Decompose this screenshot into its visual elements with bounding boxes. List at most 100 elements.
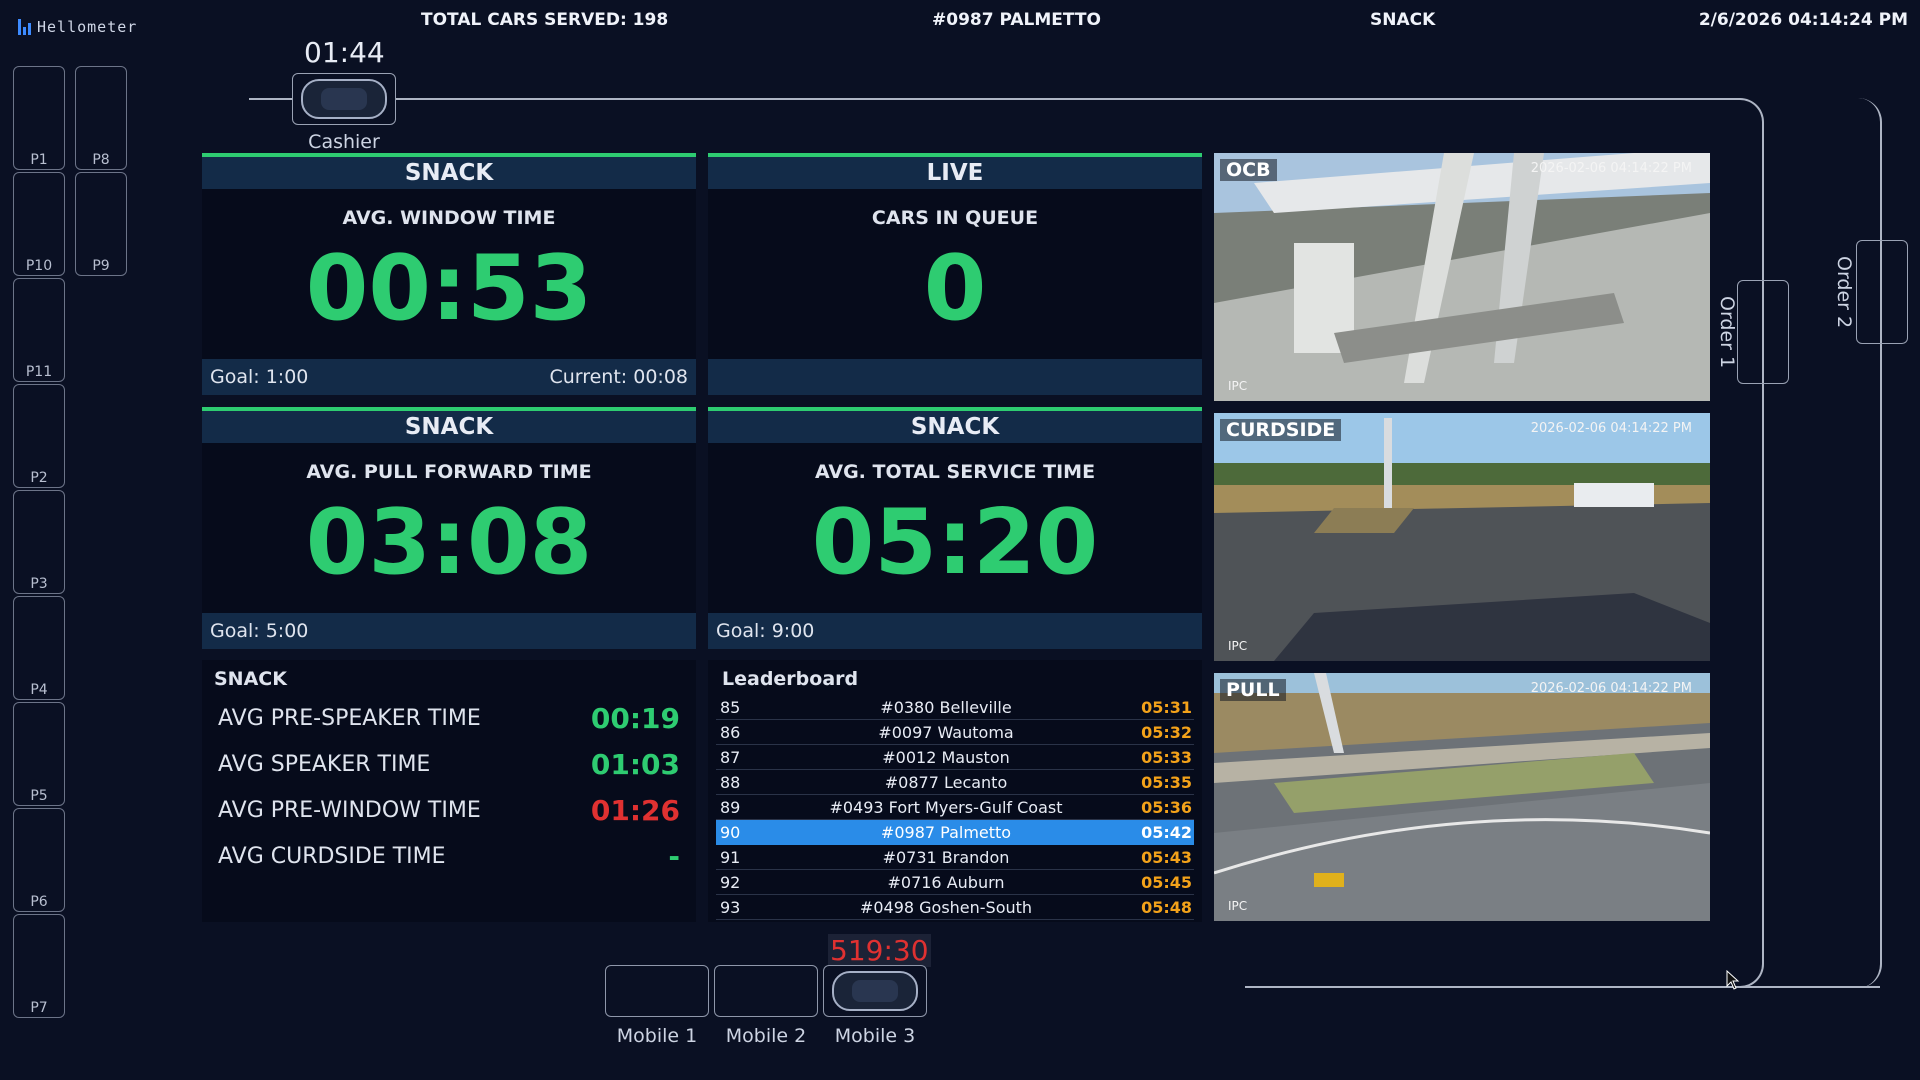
leaderboard-row[interactable]: 85 #0380 Belleville 05:31 — [716, 695, 1194, 720]
slot-label: P10 — [25, 258, 53, 274]
lane-line-top — [249, 98, 1715, 100]
service-time: 05:33 — [1141, 747, 1192, 767]
parking-slot[interactable]: P9 — [75, 172, 127, 276]
lane-line-bottom — [1245, 986, 1880, 988]
metric-row: AVG CURDSIDE TIME - — [218, 836, 680, 876]
goal-label: Goal: 5:00 — [210, 620, 309, 642]
avg-pull-forward-value: 03:08 — [305, 490, 593, 595]
parking-slot[interactable]: P6 — [13, 808, 65, 912]
leaderboard-row[interactable]: 88 #0877 Lecanto 05:35 — [716, 770, 1194, 795]
service-time: 05:31 — [1141, 697, 1192, 717]
mobile-2-label: Mobile 2 — [725, 1025, 807, 1047]
rank: 89 — [720, 797, 741, 817]
store-name: #0731 Brandon — [882, 847, 1010, 867]
metric-value: 00:19 — [590, 701, 680, 735]
slot-label: P6 — [30, 894, 48, 910]
leaderboard-row[interactable]: 89 #0493 Fort Myers-Gulf Coast 05:36 — [716, 795, 1194, 820]
panel-title: AVG. TOTAL SERVICE TIME — [814, 461, 1096, 483]
panel-footer: Goal: 9:00 — [708, 613, 1202, 649]
camera-label: CURDSIDE — [1220, 419, 1342, 441]
metric-label: AVG PRE-SPEAKER TIME — [218, 705, 481, 731]
service-time: 05:35 — [1141, 772, 1192, 792]
store-name: #0877 Lecanto — [884, 772, 1008, 792]
camera-feed-pull[interactable]: PULL 2026-02-06 04:14:22 PM IPC — [1214, 673, 1710, 921]
cars-in-queue-panel: LIVE CARS IN QUEUE 0 — [708, 153, 1202, 395]
mouse-cursor-icon — [1726, 970, 1740, 990]
panel-footer: Goal: 1:00 Current: 00:08 — [202, 359, 696, 395]
panel-header: SNACK — [202, 153, 696, 189]
daypart-label: SNACK — [1370, 10, 1436, 30]
slot-label: P3 — [30, 576, 48, 592]
leaderboard-row[interactable]: 86 #0097 Wautoma 05:32 — [716, 720, 1194, 745]
metric-value: 01:26 — [590, 793, 680, 827]
avg-window-time-value: 00:53 — [305, 236, 593, 341]
parking-slot[interactable]: P8 — [75, 66, 127, 170]
leaderboard-row[interactable]: 92 #0716 Auburn 05:45 — [716, 870, 1194, 895]
leaderboard-row-current-store[interactable]: 90 #0987 Palmetto 05:42 — [716, 820, 1194, 845]
rank: 86 — [720, 722, 741, 742]
snack-breakdown-panel: SNACK AVG PRE-SPEAKER TIME 00:19 AVG SPE… — [202, 660, 696, 922]
parking-slot[interactable]: P1 — [13, 66, 65, 170]
rank: 93 — [720, 897, 741, 917]
slot-label: P5 — [30, 788, 48, 804]
leaderboard-panel: Leaderboard 85 #0380 Belleville 05:31 86 #0… — [708, 660, 1202, 922]
slot-label: P1 — [30, 152, 48, 168]
brand-logo: Hellometer — [18, 18, 137, 36]
parking-slot[interactable]: P2 — [13, 384, 65, 488]
mobile-timer: 519:30 — [828, 934, 931, 967]
slot-label: P11 — [25, 364, 53, 380]
mobile-3-slot[interactable] — [823, 965, 927, 1017]
total-cars-served: TOTAL CARS SERVED: 198 — [421, 10, 669, 30]
parking-slot[interactable]: P3 — [13, 490, 65, 594]
service-time: 05:43 — [1141, 847, 1192, 867]
metric-row: AVG SPEAKER TIME 01:03 — [218, 744, 680, 784]
panel-title: CARS IN QUEUE — [871, 207, 1039, 229]
order-2-label: Order 2 — [1833, 256, 1855, 329]
mobile-1-slot[interactable] — [605, 965, 709, 1017]
rank: 92 — [720, 872, 741, 892]
service-time: 05:45 — [1141, 872, 1192, 892]
avg-window-time-panel: SNACK AVG. WINDOW TIME 00:53 Goal: 1:00 … — [202, 153, 696, 395]
store-name: #0012 Mauston — [882, 747, 1010, 767]
leaderboard-row[interactable]: 93 #0498 Goshen-South 05:48 — [716, 895, 1194, 920]
rank: 90 — [720, 823, 741, 842]
rank: 88 — [720, 772, 741, 792]
metric-label: AVG SPEAKER TIME — [218, 751, 431, 777]
store-name: #0380 Belleville — [880, 697, 1012, 717]
leaderboard-row[interactable]: 87 #0012 Mauston 05:33 — [716, 745, 1194, 770]
metric-row: AVG PRE-WINDOW TIME 01:26 — [218, 790, 680, 830]
order-1-slot[interactable] — [1737, 280, 1789, 384]
parking-slot[interactable]: P5 — [13, 702, 65, 806]
camera-tag: IPC — [1228, 639, 1248, 653]
parking-slot[interactable]: P7 — [13, 914, 65, 1018]
rank: 91 — [720, 847, 741, 867]
rank: 85 — [720, 697, 741, 717]
brand-name: Hellometer — [37, 18, 138, 36]
slot-label: P9 — [92, 258, 110, 274]
slot-label: P2 — [30, 470, 48, 486]
leaderboard-title: Leaderboard — [722, 668, 859, 690]
panel-footer — [708, 359, 1202, 395]
cashier-timer: 01:44 — [304, 36, 385, 69]
leaderboard-row[interactable]: 91 #0731 Brandon 05:43 — [716, 845, 1194, 870]
parking-slot[interactable]: P4 — [13, 596, 65, 700]
metric-row: AVG PRE-SPEAKER TIME 00:19 — [218, 698, 680, 738]
cashier-window-slot[interactable] — [292, 73, 396, 125]
camera-timestamp: 2026-02-06 04:14:22 PM — [1530, 421, 1692, 436]
camera-tag: IPC — [1228, 899, 1248, 913]
camera-feed-curdside[interactable]: CURDSIDE 2026-02-06 04:14:22 PM IPC — [1214, 413, 1710, 661]
camera-timestamp: 2026-02-06 04:14:22 PM — [1530, 161, 1692, 176]
metric-value: 01:03 — [590, 747, 680, 781]
camera-feed-ocb[interactable]: OCB 2026-02-06 04:14:22 PM IPC — [1214, 153, 1710, 401]
order-2-slot[interactable] — [1856, 240, 1908, 344]
parking-slot[interactable]: P11 — [13, 278, 65, 382]
current-label: Current: 00:08 — [549, 366, 688, 388]
mobile-2-slot[interactable] — [714, 965, 818, 1017]
metric-value: - — [668, 839, 680, 873]
logo-icon — [18, 19, 31, 35]
panel-title: AVG. PULL FORWARD TIME — [306, 461, 592, 483]
parking-slot[interactable]: P10 — [13, 172, 65, 276]
mobile-1-label: Mobile 1 — [616, 1025, 698, 1047]
car-icon — [832, 971, 918, 1011]
service-time: 05:42 — [1141, 823, 1192, 842]
